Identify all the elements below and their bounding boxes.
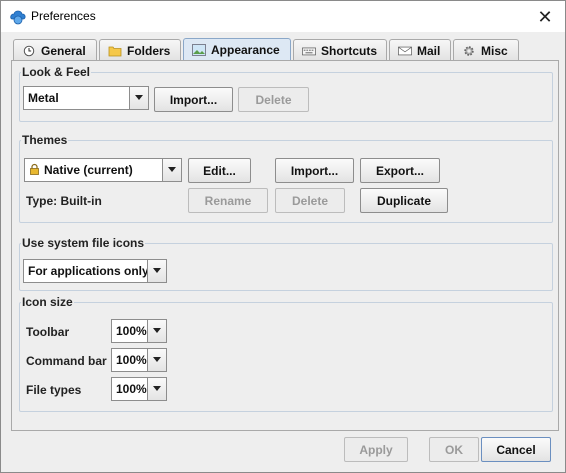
command-bar-size-select[interactable]: 100% — [111, 348, 167, 372]
theme-delete-button[interactable]: Delete — [275, 188, 345, 213]
theme-type-label: Type: Built-in — [26, 194, 102, 208]
theme-export-button[interactable]: Export... — [360, 158, 440, 183]
theme-rename-button[interactable]: Rename — [188, 188, 268, 213]
file-types-size-select[interactable]: 100% — [111, 377, 167, 401]
title-bar: Preferences ✕ — [1, 1, 565, 32]
gear-icon — [464, 45, 474, 56]
lock-icon — [30, 163, 39, 175]
toolbar-size-label: Toolbar — [26, 325, 70, 339]
tab-label: Misc — [481, 43, 508, 58]
chevron-down-icon — [147, 260, 166, 282]
ok-button[interactable]: OK — [429, 437, 479, 462]
preferences-window: Preferences ✕ General Folders Appearance… — [0, 0, 566, 473]
apply-button[interactable]: Apply — [344, 437, 408, 462]
tab-label: Appearance — [211, 43, 280, 57]
close-button[interactable]: ✕ — [535, 7, 555, 27]
group-title: Themes — [21, 133, 69, 147]
theme-duplicate-button[interactable]: Duplicate — [360, 188, 448, 213]
chevron-down-icon — [147, 320, 166, 342]
look-and-feel-delete-button[interactable]: Delete — [238, 87, 309, 112]
tab-label: Folders — [127, 43, 171, 58]
tab-shortcuts[interactable]: Shortcuts — [293, 39, 387, 61]
toolbar-size-select[interactable]: 100% — [111, 319, 167, 343]
app-icon — [10, 10, 26, 25]
theme-edit-button[interactable]: Edit... — [188, 158, 251, 183]
group-title: Look & Feel — [21, 65, 92, 79]
command-bar-size-label: Command bar — [26, 354, 107, 368]
chevron-down-icon — [129, 87, 148, 109]
appearance-panel: Look & Feel Metal Import... Delete Theme… — [11, 60, 559, 431]
system-file-icons-select[interactable]: For applications only — [23, 259, 167, 283]
picture-icon — [192, 44, 206, 56]
window-title: Preferences — [31, 9, 96, 23]
clock-icon — [23, 45, 35, 56]
tab-misc[interactable]: Misc — [453, 39, 519, 61]
close-icon: ✕ — [537, 7, 553, 27]
tab-general[interactable]: General — [13, 39, 97, 61]
envelope-icon — [398, 46, 412, 55]
tab-mail[interactable]: Mail — [389, 39, 451, 61]
keyboard-icon — [302, 47, 316, 55]
theme-import-button[interactable]: Import... — [275, 158, 354, 183]
tab-label: Mail — [417, 43, 441, 58]
cancel-button[interactable]: Cancel — [481, 437, 551, 462]
folder-icon — [108, 46, 122, 56]
look-and-feel-select[interactable]: Metal — [23, 86, 149, 110]
file-types-size-label: File types — [26, 383, 82, 397]
look-and-feel-import-button[interactable]: Import... — [154, 87, 233, 112]
chevron-down-icon — [147, 349, 166, 371]
chevron-down-icon — [147, 378, 166, 400]
tab-label: General — [41, 43, 86, 58]
tab-appearance[interactable]: Appearance — [183, 38, 291, 61]
theme-selected-value: Native (current) — [44, 163, 133, 177]
theme-select[interactable]: Native (current) — [24, 158, 182, 182]
group-title: Icon size — [21, 295, 74, 309]
chevron-down-icon — [162, 159, 181, 181]
group-title: Use system file icons — [21, 236, 146, 250]
tab-label: Shortcuts — [321, 43, 378, 58]
tab-folders[interactable]: Folders — [99, 39, 181, 61]
